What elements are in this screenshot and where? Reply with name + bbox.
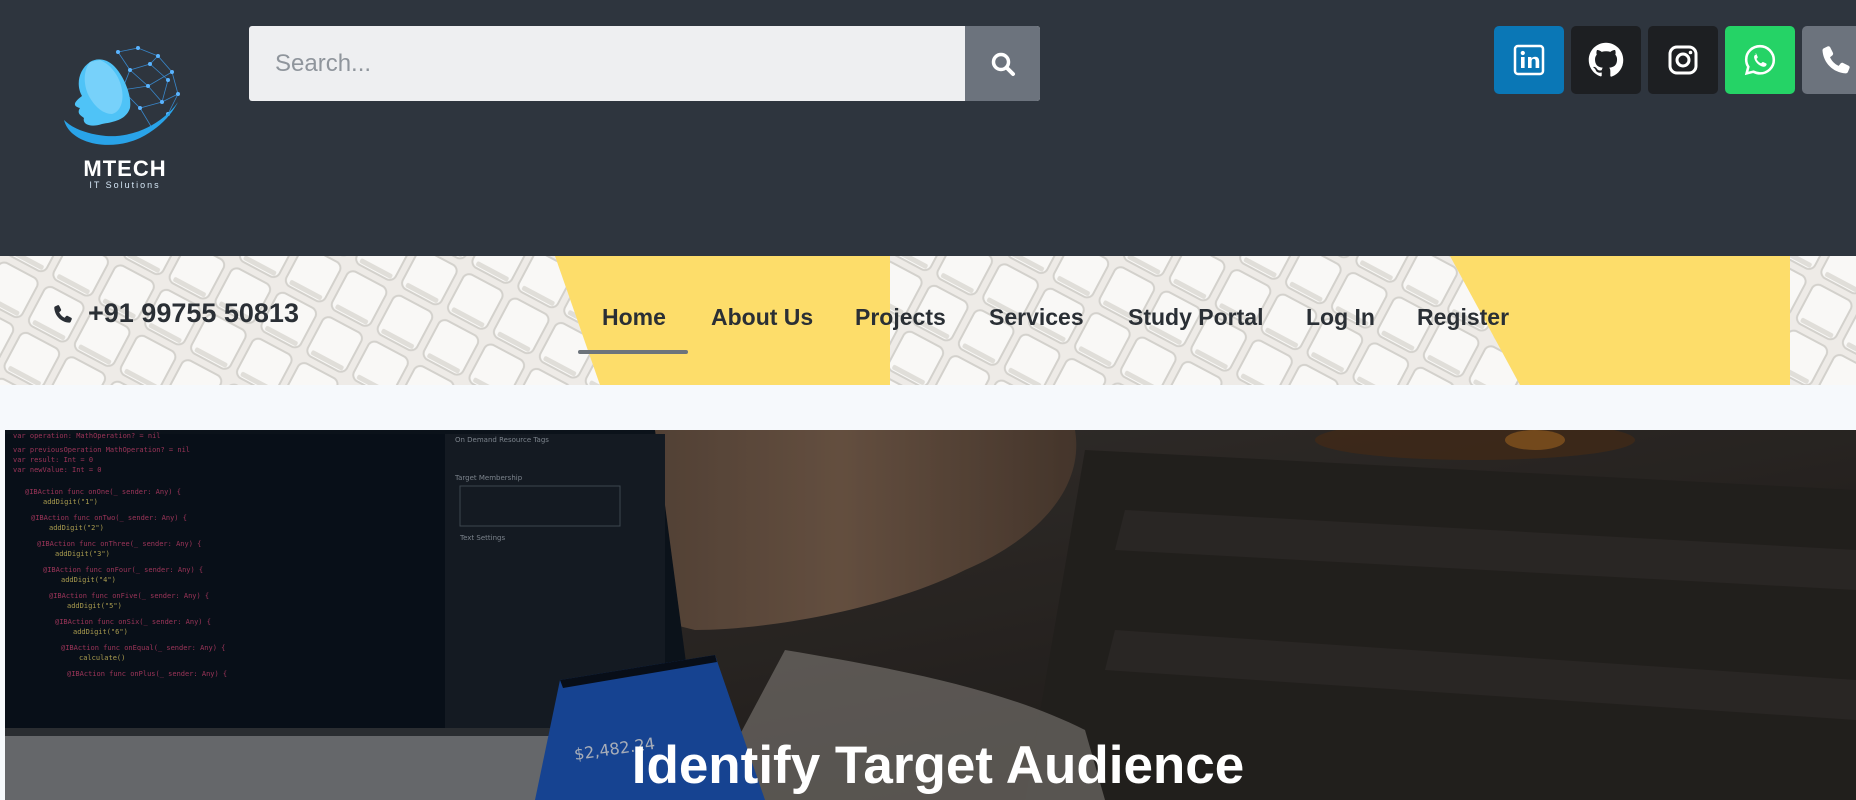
hero-title: Identify Target Audience: [631, 736, 1245, 795]
github-button[interactable]: [1571, 26, 1641, 94]
nav-about-us[interactable]: About Us: [711, 304, 813, 331]
search-bar: [249, 26, 1040, 101]
github-icon: [1588, 42, 1624, 77]
whatsapp-button[interactable]: [1725, 26, 1795, 94]
logo[interactable]: MTECH IT Solutions: [60, 42, 190, 192]
phone-number: +91 99755 50813: [88, 298, 299, 328]
instagram-button[interactable]: [1648, 26, 1718, 94]
nav-services[interactable]: Services: [989, 304, 1084, 331]
phone-button[interactable]: [1802, 26, 1856, 94]
nav-register[interactable]: Register: [1417, 304, 1509, 331]
linkedin-button[interactable]: [1494, 26, 1564, 94]
nav-log-in[interactable]: Log In: [1306, 304, 1375, 331]
phone-icon: [54, 304, 72, 323]
instagram-icon: [1668, 45, 1698, 75]
search-button[interactable]: [965, 26, 1040, 101]
contact-phone[interactable]: +91 99755 50813: [52, 298, 299, 329]
nav-projects[interactable]: Projects: [855, 304, 946, 331]
logo-tagline: IT Solutions: [89, 180, 161, 190]
spacer-strip: [0, 385, 1856, 430]
search-input[interactable]: [249, 26, 965, 101]
logo-icon: [64, 46, 180, 145]
linkedin-icon: [1513, 44, 1545, 76]
site-header: MTECH IT Solutions: [0, 0, 1856, 256]
nav-home[interactable]: Home: [602, 304, 666, 331]
logo-name: MTECH: [83, 156, 167, 181]
phone-icon: [1822, 46, 1850, 74]
nav-active-indicator: [578, 350, 688, 354]
whatsapp-icon: [1744, 44, 1776, 76]
nav-study-portal[interactable]: Study Portal: [1128, 304, 1263, 331]
search-icon: [991, 52, 1015, 76]
